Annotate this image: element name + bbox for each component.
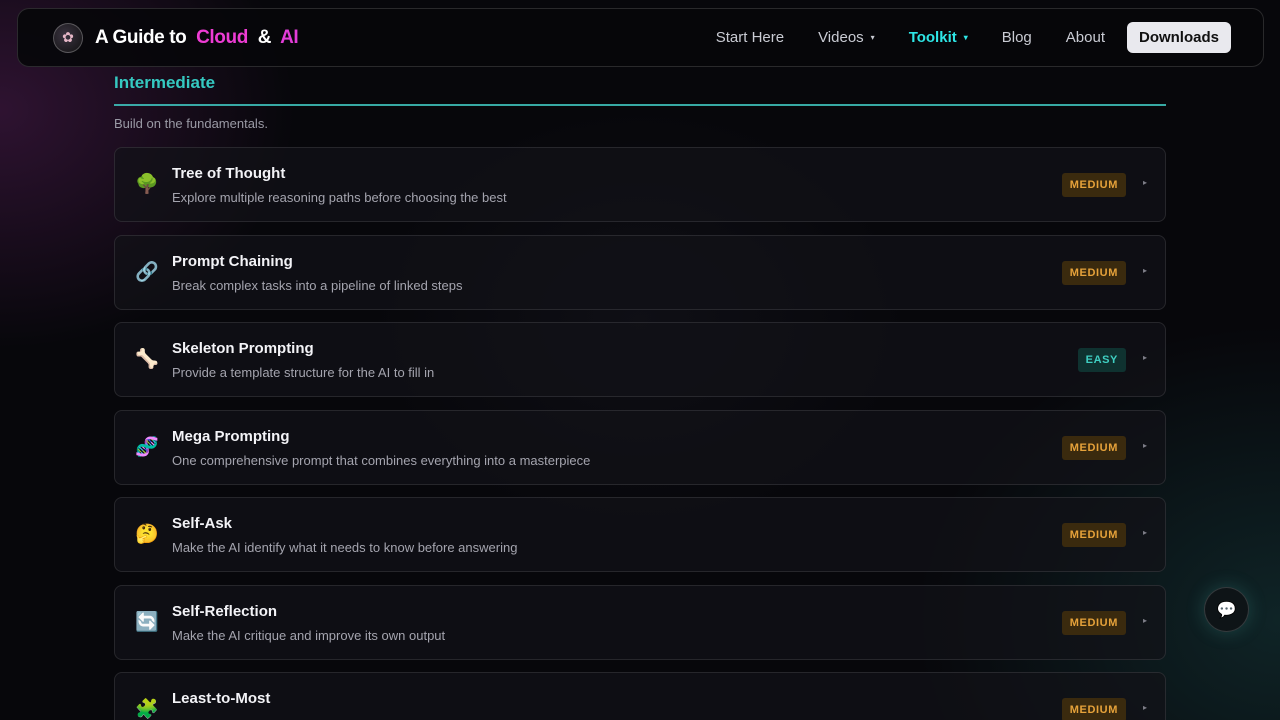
- difficulty-badge: MEDIUM: [1061, 173, 1126, 197]
- title-prefix: A Guide to: [95, 26, 187, 48]
- title-cloud: Cloud: [196, 26, 248, 48]
- technique-title: Mega Prompting: [172, 428, 290, 445]
- chat-button[interactable]: 💬: [1204, 587, 1249, 632]
- technique-description: Break complex tasks into a pipeline of l…: [172, 278, 463, 293]
- chevron-right-icon: ▸: [1142, 178, 1147, 187]
- chevron-right-icon: ▸: [1142, 703, 1147, 712]
- section-divider: [114, 104, 1166, 106]
- difficulty-badge: MEDIUM: [1061, 698, 1126, 720]
- section-subtitle: Build on the fundamentals.: [114, 116, 268, 131]
- puzzle-icon: 🧩: [135, 699, 159, 720]
- difficulty-badge: MEDIUM: [1061, 523, 1126, 547]
- nav-blog[interactable]: Blog: [1002, 29, 1032, 46]
- chevron-right-icon: ▸: [1142, 441, 1147, 450]
- difficulty-badge: EASY: [1077, 348, 1126, 372]
- chat-bubble-icon: 💬: [1216, 601, 1237, 619]
- chevron-right-icon: ▸: [1142, 266, 1147, 275]
- chevron-down-icon: ▾: [870, 33, 875, 42]
- downloads-button[interactable]: Downloads: [1126, 22, 1231, 53]
- link-icon: 🔗: [135, 262, 159, 283]
- technique-title: Skeleton Prompting: [172, 340, 314, 357]
- chevron-down-icon: ▾: [963, 33, 968, 42]
- technique-description: Explore multiple reasoning paths before …: [172, 190, 507, 205]
- technique-description: One comprehensive prompt that combines e…: [172, 453, 591, 468]
- tree-icon: 🌳: [135, 174, 159, 195]
- difficulty-badge: MEDIUM: [1061, 261, 1126, 285]
- chevron-right-icon: ▸: [1142, 616, 1147, 625]
- nav-start-here[interactable]: Start Here: [716, 29, 784, 46]
- nav-videos[interactable]: Videos ▾: [818, 29, 875, 46]
- nav-links: Start Here Videos ▾ Toolkit ▾ Blog About…: [682, 9, 1231, 66]
- nav-toolkit[interactable]: Toolkit ▾: [909, 29, 968, 46]
- bone-icon: 🦴: [135, 349, 159, 370]
- technique-card[interactable]: 🤔 Self-Ask Make the AI identify what it ne…: [114, 497, 1166, 572]
- repeat-arrows-icon: 🔄: [135, 612, 159, 633]
- top-navbar: ✿ A Guide to Cloud & AI Start Here Video…: [17, 8, 1264, 67]
- nav-about[interactable]: About: [1066, 29, 1105, 46]
- technique-card[interactable]: 🧬 Mega Prompting One comprehensive prompt …: [114, 410, 1166, 485]
- dna-icon: 🧬: [135, 437, 159, 458]
- intermediate-section-header: Intermediate Build on the fundamentals.: [114, 72, 1166, 131]
- technique-card[interactable]: 🦴 Skeleton Prompting Provide a template st…: [114, 322, 1166, 397]
- title-ampersand: &: [257, 26, 272, 48]
- technique-title: Self-Ask: [172, 515, 233, 532]
- section-title: Intermediate: [114, 73, 216, 92]
- chevron-right-icon: ▸: [1142, 528, 1147, 537]
- nav-toolkit-label: Toolkit: [908, 29, 957, 46]
- technique-title: Tree of Thought: [172, 165, 286, 182]
- technique-title: Self-Reflection: [172, 603, 278, 620]
- thinking-face-icon: 🤔: [135, 524, 159, 545]
- difficulty-badge: MEDIUM: [1061, 611, 1126, 635]
- technique-description: Provide a template structure for the AI …: [172, 365, 435, 380]
- technique-card[interactable]: 🧩 Least-to-Most MEDIUM ▸: [114, 672, 1166, 720]
- nav-videos-label: Videos: [818, 29, 864, 46]
- technique-card[interactable]: 🔗 Prompt Chaining Break complex tasks into…: [114, 235, 1166, 310]
- technique-description: Make the AI identify what it needs to kn…: [172, 540, 518, 555]
- brand-link[interactable]: ✿ A Guide to Cloud & AI: [53, 9, 299, 66]
- chevron-right-icon: ▸: [1142, 353, 1147, 362]
- title-ai: AI: [280, 26, 299, 48]
- site-title: A Guide to Cloud & AI: [95, 26, 299, 49]
- difficulty-badge: MEDIUM: [1061, 436, 1126, 460]
- technique-title: Prompt Chaining: [172, 253, 293, 270]
- technique-card[interactable]: 🔄 Self-Reflection Make the AI critique and…: [114, 585, 1166, 660]
- lotus-icon: ✿: [53, 22, 83, 53]
- technique-card[interactable]: 🌳 Tree of Thought Explore multiple reasoni…: [114, 147, 1166, 222]
- technique-description: Make the AI critique and improve its own…: [172, 628, 446, 643]
- technique-title: Least-to-Most: [172, 690, 271, 707]
